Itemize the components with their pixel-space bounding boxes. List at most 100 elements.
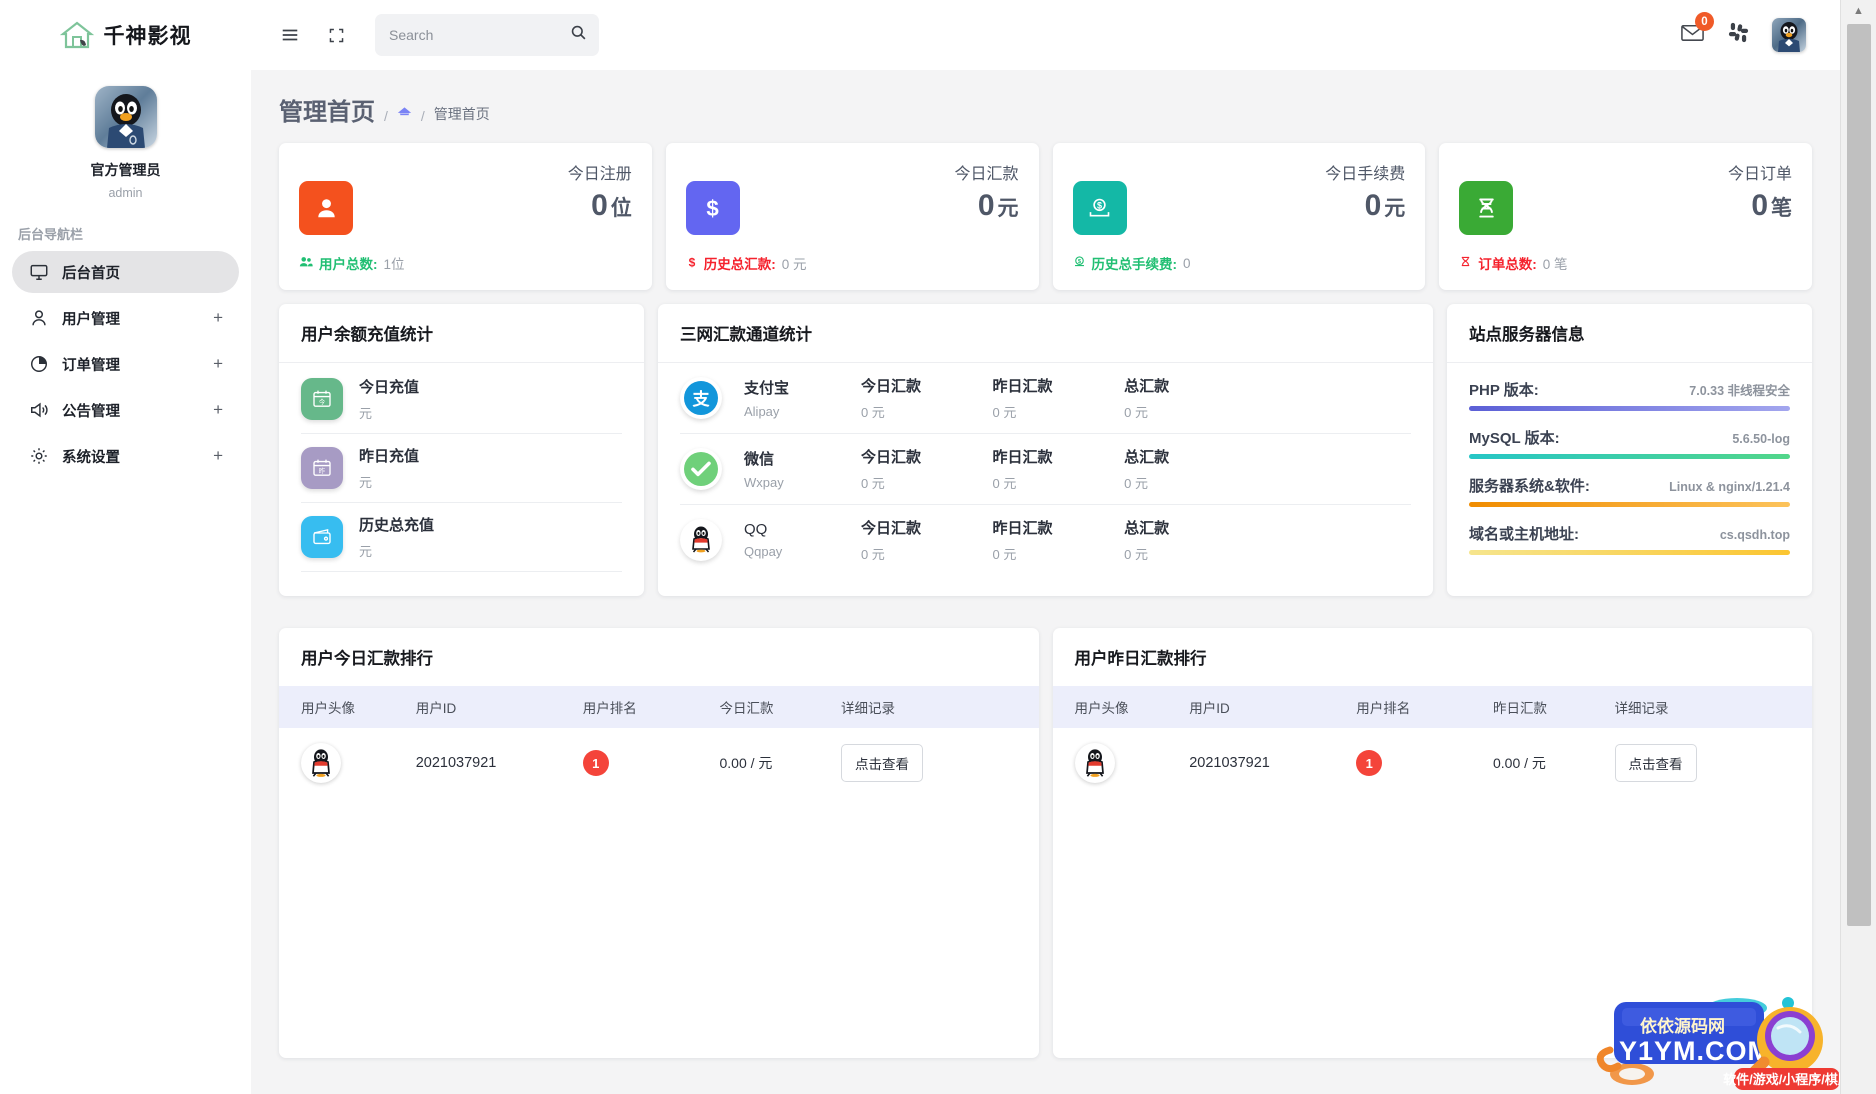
column-header-uid: 用户ID — [1189, 701, 1230, 716]
megaphone-icon — [28, 399, 50, 421]
search-box[interactable] — [375, 14, 599, 56]
search-icon[interactable] — [570, 24, 587, 46]
stat-footer-value: 0 元 — [781, 257, 807, 272]
svg-text:$: $ — [707, 196, 720, 221]
channel-name: 支付宝 — [744, 380, 790, 397]
cell-rank: 1 — [582, 750, 720, 776]
dollar-sign-icon: $ — [686, 255, 698, 272]
stat-number: 0 — [591, 189, 608, 222]
channel-yesterday-label: 昨日汇款 — [992, 520, 1053, 537]
view-detail-button[interactable]: 点击查看 — [841, 744, 923, 782]
messages-button[interactable]: 0 — [1680, 12, 1714, 50]
hamburger-icon[interactable] — [273, 18, 307, 52]
stat-card-fee[interactable]: 今日手续费 0元 $ $ 历史总手续费: 0 — [1052, 143, 1426, 290]
stat-unit: 笔 — [1771, 197, 1792, 220]
expand-indicator[interactable]: + — [213, 308, 223, 328]
channel-code: Qqpay — [744, 544, 783, 559]
view-detail-button[interactable]: 点击查看 — [1614, 744, 1697, 782]
svg-text:支: 支 — [693, 389, 711, 409]
server-info-value: 7.0.33 非线程安全 — [1689, 384, 1790, 398]
server-info-key: 服务器系统&软件: — [1469, 478, 1590, 495]
qq-penguin-avatar — [301, 743, 341, 783]
channel-today-col: 今日汇款 0 元 — [839, 446, 971, 492]
channel-total-label: 总汇款 — [1124, 520, 1170, 537]
sidebar-item-system-settings[interactable]: 系统设置 + — [12, 435, 239, 477]
channel-yesterday-col: 昨日汇款 0 元 — [971, 446, 1103, 492]
svg-text:$: $ — [1097, 200, 1102, 210]
sidebar-item-label: 公告管理 — [62, 403, 120, 420]
avatar[interactable] — [94, 86, 157, 148]
mid-row: 用户余额充值统计 今 今日充值 元 昨 昨日充值 元 历史总充值 元 三网汇款通… — [265, 304, 1826, 596]
server-info-key: MySQL 版本: — [1469, 430, 1560, 447]
channel-row-alipay[interactable]: 支 支付宝 Alipay 今日汇款 0 元 昨日汇款 0 元 总汇款 0 元 — [680, 363, 1411, 434]
vertical-scrollbar[interactable]: ▲ — [1840, 0, 1876, 1094]
home-icon[interactable] — [397, 106, 412, 127]
channel-yesterday-label: 昨日汇款 — [992, 449, 1053, 466]
table-row[interactable]: 2021037921 1 0.00 / 元 点击查看 — [1053, 728, 1813, 798]
channel-today-label: 今日汇款 — [860, 520, 921, 537]
stat-unit: 位 — [610, 197, 632, 220]
breadcrumb-separator: / — [384, 108, 388, 124]
search-input[interactable] — [389, 27, 570, 43]
server-info-row: PHP 版本: 7.0.33 非线程安全 — [1469, 363, 1790, 411]
recharge-row[interactable]: 今 今日充值 元 — [301, 363, 622, 434]
recharge-label: 今日充值 — [359, 379, 420, 396]
money-in-icon: $ — [1072, 181, 1127, 235]
expand-indicator[interactable]: + — [213, 446, 223, 466]
recharge-row[interactable]: 昨 昨日充值 元 — [301, 434, 622, 503]
channel-code: Alipay — [744, 404, 780, 419]
server-info-bar — [1469, 550, 1790, 555]
stat-footer-label: 用户总数: — [319, 257, 378, 272]
channel-row-wechat[interactable]: 微信 Wxpay 今日汇款 0 元 昨日汇款 0 元 总汇款 0 元 — [680, 434, 1411, 505]
recharge-row[interactable]: 历史总充值 元 — [301, 503, 622, 572]
svg-text:$: $ — [688, 255, 695, 269]
card-title: 用户余额充值统计 — [279, 304, 644, 363]
profile-name: 官方管理员 — [90, 162, 161, 178]
expand-indicator[interactable]: + — [213, 400, 223, 420]
stat-card-remittance[interactable]: 今日汇款 0元 $ $ 历史总汇款: 0 元 — [665, 143, 1039, 290]
column-header-amount: 昨日汇款 — [1492, 701, 1547, 716]
slack-grid-icon[interactable] — [1727, 21, 1750, 49]
breadcrumb-separator: / — [420, 108, 425, 124]
stat-card-registrations[interactable]: 今日注册 0位 用户总数: 1位 — [279, 143, 652, 290]
channel-today-value: 0 元 — [860, 476, 885, 491]
brand-logo-area[interactable]: 千神影视 — [0, 0, 251, 70]
stat-footer: 用户总数: 1位 — [299, 253, 405, 273]
sidebar-item-dashboard[interactable]: 后台首页 — [12, 251, 239, 293]
recharge-label: 历史总充值 — [359, 517, 435, 534]
server-info-key: 域名或主机地址: — [1469, 526, 1579, 543]
sidebar-item-order-management[interactable]: 订单管理 + — [12, 343, 239, 385]
channel-total-label: 总汇款 — [1124, 449, 1170, 466]
stat-label: 今日订单 — [1727, 166, 1792, 183]
sidebar-item-announcement-management[interactable]: 公告管理 + — [12, 389, 239, 431]
channel-yesterday-value: 0 元 — [992, 476, 1017, 491]
scroll-up-arrow-icon[interactable]: ▲ — [1841, 0, 1876, 22]
user-avatar-button[interactable] — [1772, 18, 1806, 52]
dna-icon — [1459, 181, 1514, 235]
expand-indicator[interactable]: + — [213, 354, 223, 374]
channel-row-qq[interactable]: QQ Qqpay 今日汇款 0 元 昨日汇款 0 元 总汇款 0 元 — [680, 505, 1411, 575]
stat-value: 0元 — [1365, 189, 1406, 223]
nav-section-title: 后台导航栏 — [18, 227, 84, 242]
stat-value: 0笔 — [1751, 189, 1792, 223]
gear-icon — [28, 445, 50, 467]
cell-rank: 1 — [1356, 750, 1493, 776]
channel-name-col: QQ Qqpay — [722, 521, 839, 559]
server-info-value: cs.qsdh.top — [1719, 528, 1790, 542]
qq-penguin-avatar — [1778, 22, 1800, 52]
scrollbar-thumb[interactable] — [1847, 24, 1871, 926]
cell-uid: 2021037921 — [1189, 755, 1270, 771]
stat-label: 今日手续费 — [1325, 166, 1406, 183]
rankings-row: 用户今日汇款排行 用户头像 用户ID 用户排名 今日汇款 详细记录 202103… — [265, 628, 1826, 1058]
recharge-value: 元 — [359, 544, 373, 559]
channel-name: 微信 — [744, 451, 775, 468]
calendar-yesterday-icon: 昨 — [301, 447, 343, 489]
fullscreen-icon[interactable] — [319, 18, 353, 52]
stat-card-orders[interactable]: 今日订单 0笔 订单总数: 0 笔 — [1439, 143, 1812, 290]
dollar-icon: $ — [685, 181, 740, 235]
table-row[interactable]: 2021037921 1 0.00 / 元 点击查看 — [279, 728, 1039, 798]
rank-badge: 1 — [582, 750, 609, 776]
recharge-stats-card: 用户余额充值统计 今 今日充值 元 昨 昨日充值 元 历史总充值 元 — [279, 304, 644, 596]
column-header-amount: 今日汇款 — [719, 701, 774, 716]
sidebar-item-user-management[interactable]: 用户管理 + — [12, 297, 239, 339]
